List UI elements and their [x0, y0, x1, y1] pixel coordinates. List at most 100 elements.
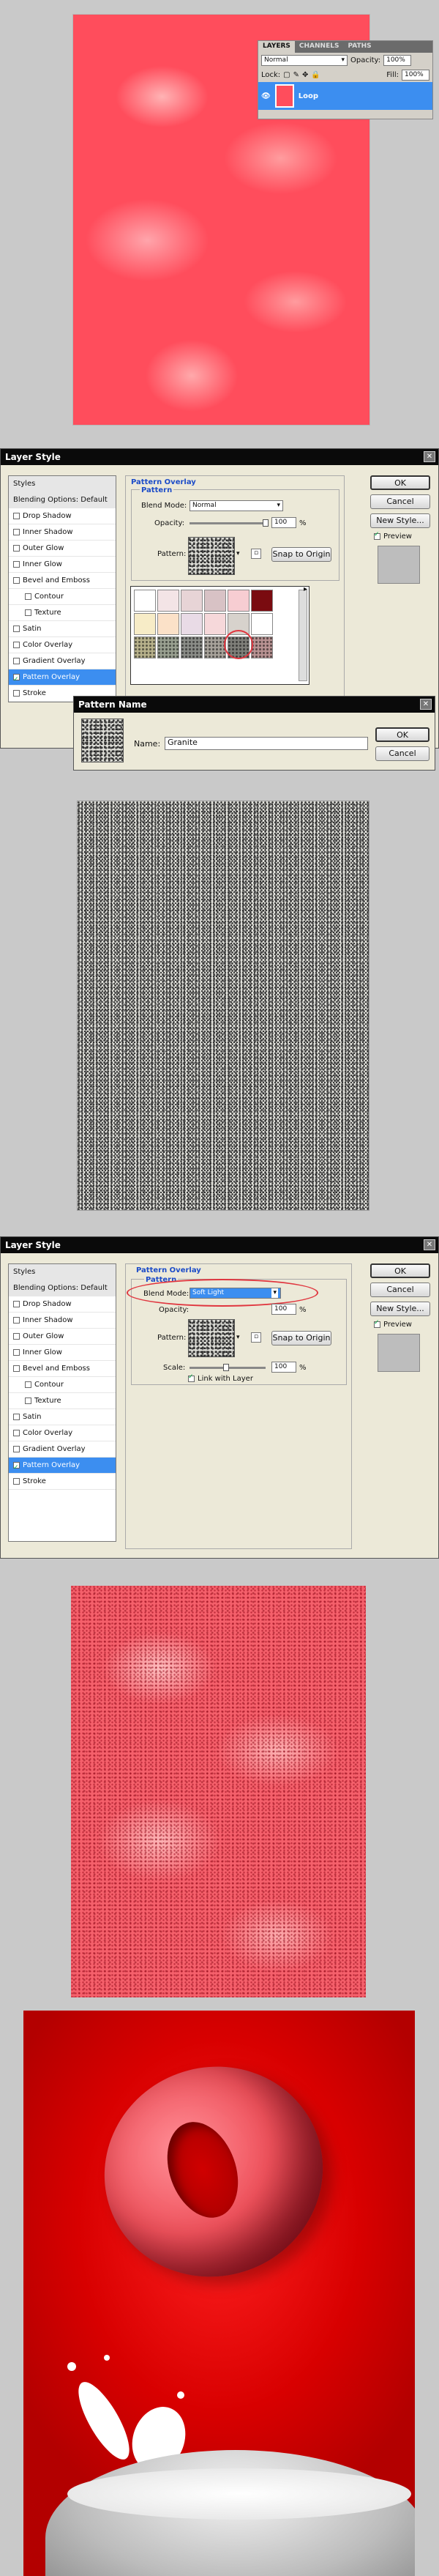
style-item[interactable]: Bevel and Emboss: [9, 1361, 116, 1377]
picker-menu-icon[interactable]: ▸: [304, 585, 307, 593]
style-item[interactable]: Drop Shadow: [9, 508, 116, 524]
checkbox[interactable]: [13, 1430, 20, 1436]
chevron-down-icon[interactable]: ▾: [236, 550, 240, 557]
pattern-cell[interactable]: [181, 613, 203, 635]
cancel-button[interactable]: Cancel: [370, 1283, 430, 1297]
style-item[interactable]: Inner Glow: [9, 557, 116, 573]
ok-button[interactable]: OK: [375, 727, 429, 742]
style-item[interactable]: Texture: [9, 605, 116, 621]
pattern-cell[interactable]: [251, 636, 273, 658]
checkbox[interactable]: [25, 593, 31, 600]
style-item[interactable]: Texture: [9, 1393, 116, 1409]
style-item[interactable]: Drop Shadow: [9, 1296, 116, 1313]
checkbox[interactable]: [13, 672, 20, 688]
pattern-cell[interactable]: [228, 590, 249, 612]
pattern-swatch[interactable]: [188, 537, 235, 575]
opacity-input[interactable]: 100: [271, 1304, 296, 1315]
pattern-name-input[interactable]: Granite: [165, 737, 368, 750]
pattern-cell[interactable]: [251, 613, 273, 635]
style-item[interactable]: Color Overlay: [9, 637, 116, 653]
chevron-down-icon[interactable]: ▾: [236, 1334, 240, 1341]
eye-icon[interactable]: 👁: [261, 92, 271, 100]
checkbox[interactable]: [13, 1317, 20, 1324]
opacity-slider[interactable]: [190, 522, 266, 524]
close-icon[interactable]: ✕: [424, 1239, 435, 1250]
new-style-button[interactable]: New Style...: [370, 1302, 430, 1316]
style-item[interactable]: Styles: [9, 476, 116, 492]
checkbox[interactable]: [13, 529, 20, 535]
pattern-cell[interactable]: [134, 636, 156, 658]
style-item[interactable]: Color Overlay: [9, 1425, 116, 1441]
snap-to-origin-button[interactable]: Snap to Origin: [271, 1331, 331, 1345]
checkbox[interactable]: [13, 1414, 20, 1420]
checkbox[interactable]: [13, 1478, 20, 1485]
layer-fill-input[interactable]: 100%: [402, 69, 429, 81]
layer-row-loop[interactable]: 👁 Loop: [258, 82, 432, 110]
preview-checkbox[interactable]: Preview: [374, 531, 412, 541]
style-item[interactable]: Gradient Overlay: [9, 1441, 116, 1458]
layer-blend-select[interactable]: Normal ▾: [261, 54, 348, 66]
checkbox[interactable]: [13, 1460, 20, 1476]
pattern-cell[interactable]: [157, 636, 179, 658]
pattern-cell[interactable]: [204, 590, 226, 612]
style-item[interactable]: Pattern Overlay: [9, 1458, 116, 1476]
style-item[interactable]: Stroke: [9, 1474, 116, 1490]
close-icon[interactable]: ✕: [420, 699, 432, 710]
link-with-layer-checkbox[interactable]: Link with Layer: [188, 1373, 253, 1383]
style-item[interactable]: Inner Shadow: [9, 1313, 116, 1329]
lock-icon[interactable]: 🔒: [311, 71, 320, 79]
style-item[interactable]: Gradient Overlay: [9, 653, 116, 669]
style-item[interactable]: Satin: [9, 1409, 116, 1425]
ok-button[interactable]: OK: [370, 1263, 430, 1278]
ok-button[interactable]: OK: [370, 475, 430, 490]
style-item[interactable]: Blending Options: Default: [9, 492, 116, 508]
picker-scrollbar[interactable]: [299, 590, 307, 681]
checkbox[interactable]: [13, 577, 20, 584]
pattern-cell[interactable]: [251, 590, 273, 612]
preview-checkbox[interactable]: Preview: [374, 1319, 412, 1329]
pattern-cell[interactable]: [134, 613, 156, 635]
cancel-button[interactable]: Cancel: [370, 494, 430, 509]
lock-brush-icon[interactable]: ✎: [293, 71, 299, 79]
checkbox[interactable]: [25, 609, 31, 616]
new-style-button[interactable]: New Style...: [370, 513, 430, 528]
checkbox[interactable]: [374, 1319, 380, 1328]
opacity-slider-handle[interactable]: [263, 519, 269, 527]
new-preset-icon[interactable]: ▫: [251, 549, 261, 559]
checkbox[interactable]: [13, 642, 20, 648]
pattern-cell[interactable]: [181, 590, 203, 612]
checkbox[interactable]: [13, 1349, 20, 1356]
style-item[interactable]: Styles: [9, 1264, 116, 1280]
checkbox[interactable]: [13, 658, 20, 664]
style-item[interactable]: Outer Glow: [9, 541, 116, 557]
style-item[interactable]: Inner Glow: [9, 1345, 116, 1361]
style-item[interactable]: Inner Shadow: [9, 524, 116, 541]
pattern-cell[interactable]: [157, 613, 179, 635]
style-item[interactable]: Satin: [9, 621, 116, 637]
style-item[interactable]: Contour: [9, 1377, 116, 1393]
tab-paths[interactable]: PATHS: [343, 41, 375, 53]
checkbox[interactable]: [13, 1365, 20, 1372]
pattern-cell[interactable]: [204, 613, 226, 635]
checkbox[interactable]: [13, 1446, 20, 1452]
lock-transparent-icon[interactable]: ▢: [283, 71, 290, 79]
lock-move-icon[interactable]: ✥: [302, 71, 308, 79]
scale-slider-handle[interactable]: [223, 1364, 229, 1371]
pattern-cell[interactable]: [181, 636, 203, 658]
new-preset-icon[interactable]: ▫: [251, 1332, 261, 1343]
layer-opacity-input[interactable]: 100%: [383, 54, 412, 66]
checkbox[interactable]: [13, 1301, 20, 1307]
checkbox[interactable]: [25, 1381, 31, 1388]
snap-to-origin-button[interactable]: Snap to Origin: [271, 547, 331, 562]
tab-channels[interactable]: CHANNELS: [295, 41, 344, 53]
blend-mode-select[interactable]: Normal ▾: [190, 500, 283, 511]
checkbox[interactable]: [188, 1373, 195, 1382]
tab-layers[interactable]: LAYERS: [258, 41, 295, 53]
style-item[interactable]: Pattern Overlay: [9, 669, 116, 688]
checkbox[interactable]: [13, 545, 20, 552]
pattern-cell[interactable]: [204, 636, 226, 658]
close-icon[interactable]: ✕: [424, 451, 435, 462]
pattern-cell[interactable]: [134, 590, 156, 612]
checkbox[interactable]: [13, 561, 20, 568]
checkbox[interactable]: [13, 1333, 20, 1340]
